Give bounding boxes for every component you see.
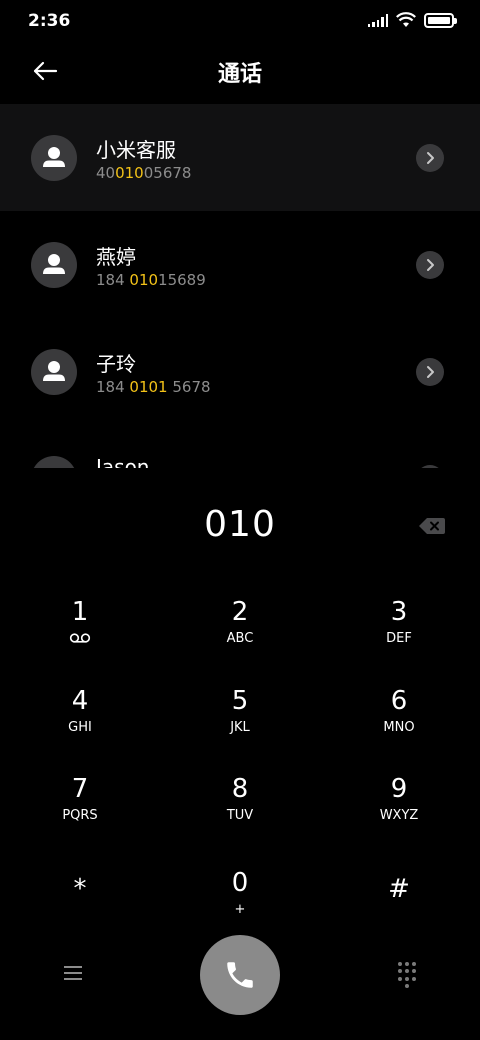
key-digit: 9	[390, 774, 408, 804]
chevron-right-icon	[427, 152, 434, 164]
key-9[interactable]: 9 WXYZ	[334, 772, 464, 852]
contact-number: 4001005678	[96, 164, 192, 182]
key-digit: 6	[390, 686, 408, 716]
contact-detail-button[interactable]	[416, 465, 444, 468]
key-digit: 2	[231, 597, 249, 627]
avatar	[31, 135, 77, 181]
menu-icon	[60, 966, 86, 980]
backspace-icon	[419, 518, 445, 534]
call-button[interactable]	[200, 935, 280, 1015]
person-icon	[43, 254, 65, 274]
key-1[interactable]: 1	[15, 595, 145, 675]
match-highlight: 010	[115, 164, 144, 182]
key-digit: 5	[231, 686, 249, 716]
contact-name: 子玲	[96, 352, 136, 376]
contact-row[interactable]: Jason	[0, 425, 480, 468]
menu-button[interactable]	[60, 962, 86, 984]
person-icon	[43, 147, 65, 167]
header: 通话	[0, 42, 480, 102]
avatar	[31, 456, 77, 468]
contact-name: 燕婷	[96, 245, 136, 269]
status-bar: 2:36	[0, 0, 480, 42]
contact-name: 小米客服	[96, 138, 176, 162]
contact-detail-button[interactable]	[416, 144, 444, 172]
contact-name: Jason	[96, 455, 150, 468]
key-letters: DEF	[386, 631, 412, 646]
key-letters: MNO	[383, 720, 415, 735]
contact-list[interactable]: 小米客服 4001005678 燕婷 184 01015689 子玲 184 0…	[0, 104, 480, 468]
key-letters: TUV	[226, 808, 254, 823]
key-digit: 1	[71, 597, 89, 627]
battery-level	[428, 16, 450, 24]
key-digit: 3	[390, 597, 408, 627]
dialed-number: 010	[204, 504, 276, 545]
key-digit: 4	[71, 686, 89, 716]
key-3[interactable]: 3 DEF	[334, 595, 464, 675]
contact-number: 184 01015689	[96, 271, 206, 289]
key-digit: #	[388, 874, 410, 904]
key-4[interactable]: 4 GHI	[15, 684, 145, 764]
key-digit: 8	[231, 774, 249, 804]
person-icon	[43, 361, 65, 381]
key-letters: GHI	[68, 720, 92, 735]
signal-icon	[367, 13, 388, 27]
contact-row[interactable]: 燕婷 184 01015689	[0, 211, 480, 318]
contact-row[interactable]: 子玲 184 0101 5678	[0, 318, 480, 425]
key-digit: 7	[71, 774, 89, 804]
match-highlight: 0101	[129, 378, 168, 396]
status-time: 2:36	[28, 11, 71, 31]
key-2[interactable]: 2 ABC	[175, 595, 305, 675]
key-letters: PQRS	[62, 808, 98, 823]
key-letters: WXYZ	[379, 808, 419, 823]
wifi-icon	[396, 12, 416, 27]
contact-row[interactable]: 小米客服 4001005678	[0, 104, 480, 211]
key-letters: +	[234, 902, 246, 917]
backspace-button[interactable]	[418, 516, 446, 536]
key-letters: JKL	[230, 720, 250, 735]
key-7[interactable]: 7 PQRS	[15, 772, 145, 852]
key-digit: *	[73, 874, 87, 904]
key-8[interactable]: 8 TUV	[175, 772, 305, 852]
chevron-right-icon	[427, 259, 434, 271]
match-highlight: 010	[129, 271, 159, 289]
contact-number: 184 0101 5678	[96, 378, 211, 396]
avatar	[31, 242, 77, 288]
avatar	[31, 349, 77, 395]
page-title: 通话	[217, 62, 262, 87]
dial-display: 010	[0, 500, 480, 556]
key-5[interactable]: 5 JKL	[175, 684, 305, 764]
contact-detail-button[interactable]	[416, 251, 444, 279]
voicemail-icon	[69, 633, 91, 643]
key-6[interactable]: 6 MNO	[334, 684, 464, 764]
bottom-bar	[0, 934, 480, 1016]
battery-icon	[424, 12, 457, 28]
key-digit: 0	[231, 868, 249, 898]
phone-icon	[227, 962, 253, 988]
key-letters: ABC	[226, 631, 254, 646]
status-icons	[367, 12, 457, 28]
dialpad-icon	[398, 962, 402, 966]
contact-detail-button[interactable]	[416, 358, 444, 386]
person-icon	[31, 456, 77, 468]
chevron-right-icon	[427, 366, 434, 378]
dialpad-toggle-button[interactable]	[395, 962, 419, 988]
